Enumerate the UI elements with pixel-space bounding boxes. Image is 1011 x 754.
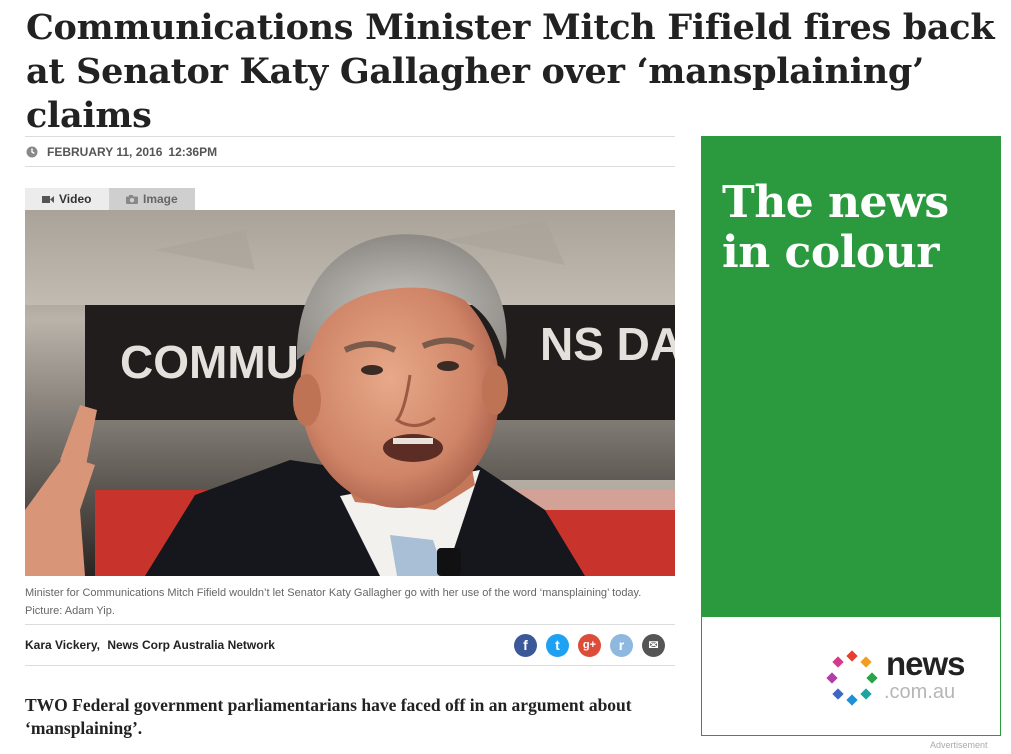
article-photo[interactable]: COMMU NS DA — [25, 210, 675, 576]
publish-time: 12:36PM — [168, 144, 218, 159]
video-camera-icon — [42, 195, 54, 203]
author-name[interactable]: Kara Vickery — [25, 638, 97, 652]
tab-image-label: Image — [143, 192, 178, 206]
photo-illustration: COMMU NS DA — [25, 210, 675, 576]
photo-caption: Minister for Communications Mitch Fifiel… — [25, 587, 642, 617]
ad-headline: The news in colour — [722, 177, 949, 278]
facebook-icon[interactable]: f — [514, 633, 537, 657]
advertisement-label: Advertisement — [930, 740, 988, 750]
news-logo-word: news — [886, 645, 966, 682]
backdrop-text-left: COMMU — [120, 336, 299, 388]
advertisement[interactable]: The news in colour news .com.au — [701, 136, 1001, 736]
reddit-icon[interactable]: r — [610, 633, 633, 657]
backdrop-text-right: NS DA — [540, 318, 675, 370]
news-logo-domain: .com.au — [884, 681, 956, 703]
tab-video-label: Video — [59, 192, 92, 206]
article-headline: Communications Minister Mitch Fifield fi… — [26, 7, 995, 136]
dateline: FEBRUARY 11, 2016 12:36PM — [25, 136, 675, 167]
google-plus-icon[interactable]: g+ — [578, 633, 601, 657]
share-icons: f t g+ r ✉ — [514, 633, 665, 657]
news-logo-icon — [826, 650, 878, 706]
clock-icon — [26, 146, 38, 157]
twitter-icon[interactable]: t — [546, 633, 569, 657]
publish-date: FEBRUARY 11, 2016 — [47, 144, 163, 159]
tab-image[interactable]: Image — [109, 188, 195, 210]
ad-green-panel: The news in colour — [701, 136, 1001, 617]
tab-video[interactable]: Video — [25, 188, 109, 210]
byline-bar: Kara Vickery, News Corp Australia Networ… — [25, 624, 675, 666]
ad-logo-panel: news .com.au — [701, 617, 1001, 736]
camera-icon — [126, 194, 138, 204]
article-lead: TWO Federal government parliamentarians … — [25, 695, 632, 738]
media-tabs: Video Image — [25, 188, 195, 210]
byline: Kara Vickery, News Corp Australia Networ… — [25, 638, 275, 652]
email-icon[interactable]: ✉ — [642, 633, 665, 657]
author-outlet: News Corp Australia Network — [107, 638, 275, 652]
